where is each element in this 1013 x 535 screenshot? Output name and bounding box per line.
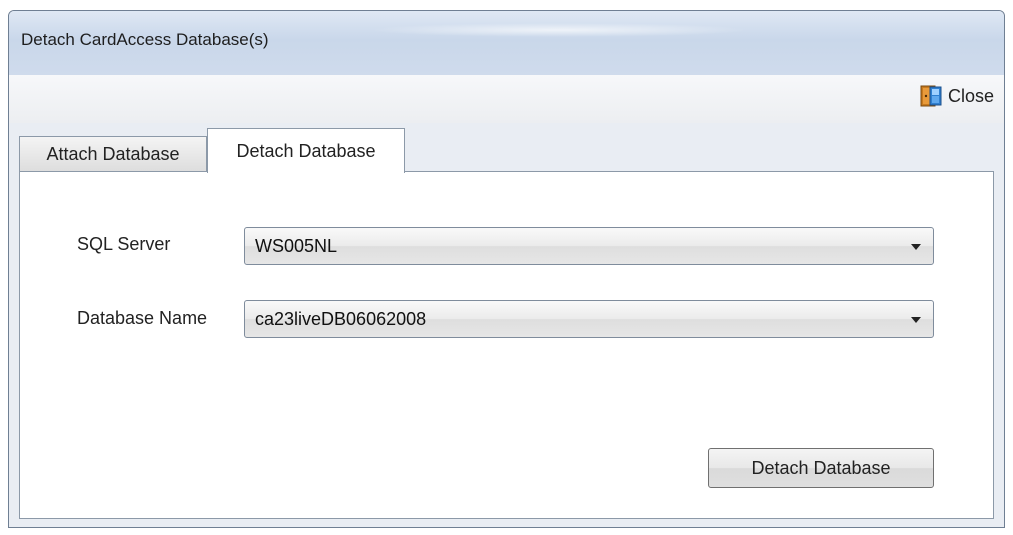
tab-detach-database[interactable]: Detach Database (207, 128, 405, 173)
detach-database-window: Detach CardAccess Database(s) Close Atta… (8, 10, 1005, 528)
title-bar-glare (369, 23, 749, 37)
chevron-down-icon (911, 244, 921, 250)
chevron-down-icon (911, 317, 921, 323)
detach-database-tab-page: SQL Server WS005NL Database Name ca23liv… (19, 171, 994, 519)
close-button-label: Close (947, 85, 994, 106)
close-button[interactable]: Close (920, 80, 994, 112)
title-bar[interactable]: Detach CardAccess Database(s) (9, 11, 1004, 76)
database-name-dropdown[interactable]: ca23liveDB06062008 (244, 300, 934, 338)
sql-server-value: WS005NL (255, 236, 338, 256)
detach-database-button[interactable]: Detach Database (708, 448, 934, 488)
tab-attach-database-label: Attach Database (46, 144, 180, 164)
door-exit-icon (920, 84, 942, 108)
window-title: Detach CardAccess Database(s) (21, 30, 269, 49)
sql-server-label: SQL Server (77, 234, 171, 254)
sql-server-dropdown[interactable]: WS005NL (244, 227, 934, 265)
toolstrip: Close (9, 75, 1004, 123)
tab-attach-database[interactable]: Attach Database (19, 136, 207, 172)
database-name-label: Database Name (77, 308, 208, 328)
tab-detach-database-label: Detach Database (236, 140, 376, 161)
database-name-value: ca23liveDB06062008 (255, 309, 427, 329)
detach-database-button-label: Detach Database (751, 457, 891, 478)
